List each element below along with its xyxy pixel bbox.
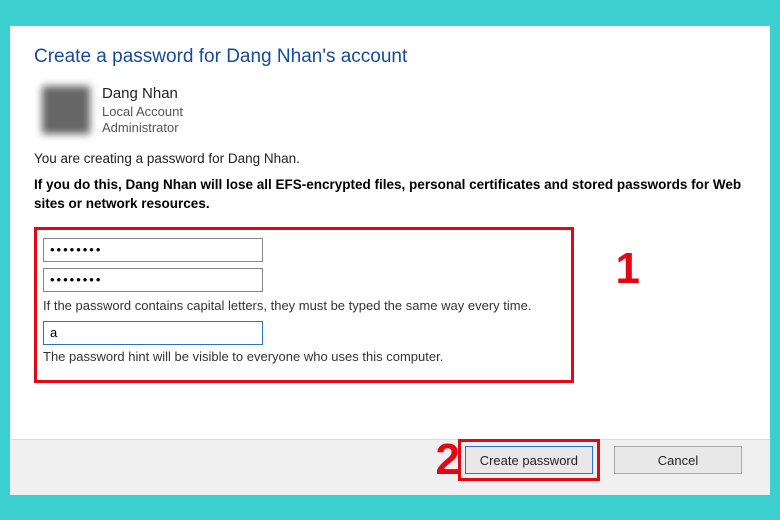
info-line: You are creating a password for Dang Nha… bbox=[34, 151, 746, 166]
user-block: Dang Nhan Local Account Administrator bbox=[42, 84, 746, 137]
password-input[interactable] bbox=[43, 238, 263, 262]
password-case-note: If the password contains capital letters… bbox=[43, 298, 561, 313]
cancel-button[interactable]: Cancel bbox=[614, 446, 742, 474]
create-password-window: Create a password for Dang Nhan's accoun… bbox=[10, 25, 770, 495]
avatar bbox=[42, 86, 90, 134]
create-button-highlight: Create password bbox=[458, 439, 600, 481]
page-title: Create a password for Dang Nhan's accoun… bbox=[34, 46, 746, 68]
hint-visibility-note: The password hint will be visible to eve… bbox=[43, 349, 561, 364]
button-row: Create password Cancel bbox=[458, 439, 742, 481]
annotation-step-1: 1 bbox=[616, 244, 640, 294]
annotation-step-2: 2 bbox=[436, 435, 460, 485]
user-account-type: Local Account bbox=[102, 104, 183, 121]
create-password-button[interactable]: Create password bbox=[465, 446, 593, 474]
confirm-password-input[interactable] bbox=[43, 268, 263, 292]
user-role: Administrator bbox=[102, 120, 183, 137]
user-name: Dang Nhan bbox=[102, 84, 183, 104]
warning-text: If you do this, Dang Nhan will lose all … bbox=[34, 176, 746, 212]
user-meta: Dang Nhan Local Account Administrator bbox=[102, 84, 183, 137]
password-form-highlight: If the password contains capital letters… bbox=[34, 227, 574, 383]
password-hint-input[interactable] bbox=[43, 321, 263, 345]
